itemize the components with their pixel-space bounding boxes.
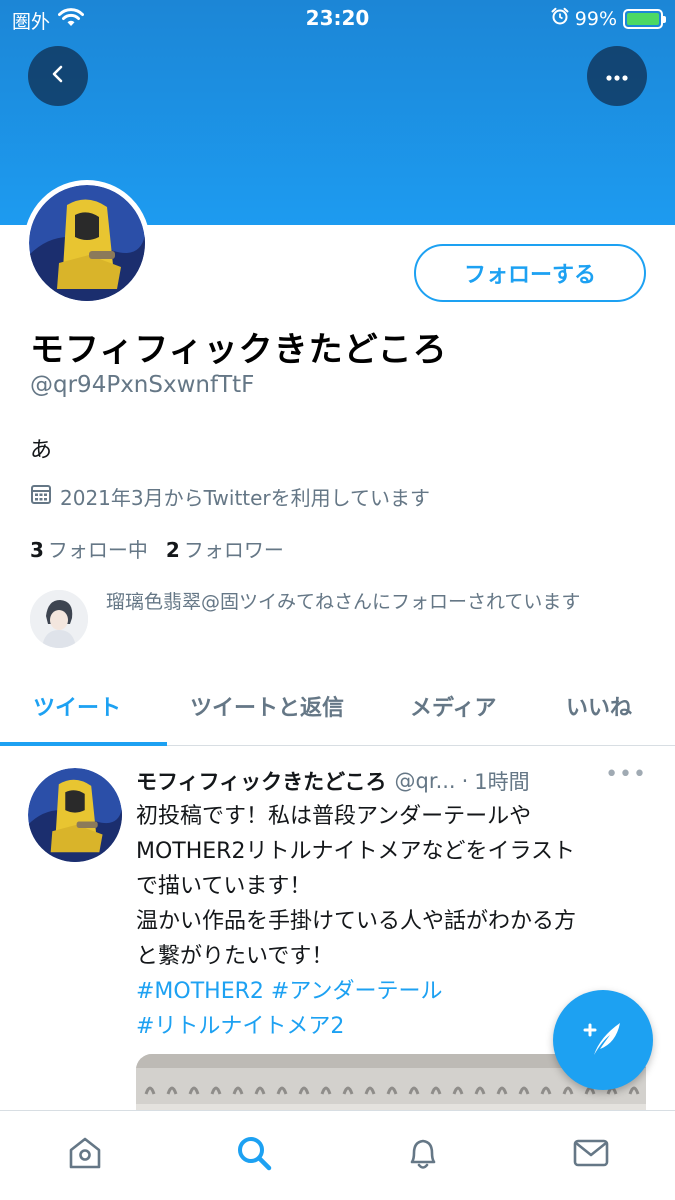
profile-avatar[interactable] <box>24 180 150 306</box>
search-icon <box>234 1133 274 1177</box>
battery-percent: 99% <box>574 7 617 30</box>
battery-icon <box>623 8 666 29</box>
joined-date: 2021年3月からTwitterを利用しています <box>30 482 430 511</box>
avatar-illustration <box>29 185 145 301</box>
nav-search[interactable] <box>232 1133 276 1177</box>
tweet-line: 初投稿です！私は普段アンダーテールや <box>136 804 532 829</box>
alarm-icon <box>551 7 569 30</box>
home-icon <box>65 1133 105 1177</box>
tab-media[interactable]: メディア <box>410 690 496 722</box>
following-label: フォロー中 <box>47 538 148 562</box>
profile-tabs: ツイート ツイートと返信 メディア いいね <box>0 672 675 746</box>
display-name: モフィフィックきたどころ <box>30 330 448 370</box>
more-options-button[interactable] <box>587 46 647 106</box>
tweet-line: MOTHER2リトルナイトメアなどをイラスト <box>136 839 576 864</box>
tab-tweets[interactable]: ツイート <box>33 690 121 722</box>
nav-messages[interactable] <box>569 1133 613 1177</box>
status-bar: 圏外 23:20 99% <box>0 0 675 40</box>
mail-icon <box>571 1133 611 1177</box>
nav-notifications[interactable] <box>401 1133 445 1177</box>
follower-avatar <box>30 590 88 648</box>
bell-icon <box>403 1133 443 1177</box>
tweet-line: と繋がりたいです！ <box>136 944 334 969</box>
bottom-navigation <box>0 1110 675 1200</box>
tweet-separator: · <box>461 769 469 793</box>
tweet-line: で描いています！ <box>136 874 312 899</box>
compose-tweet-button[interactable] <box>553 990 653 1090</box>
back-button[interactable] <box>28 46 88 106</box>
followers-count: 2 <box>165 538 180 562</box>
followed-by-section[interactable]: 瑠璃色翡翠@固ツイみてねさんにフォローされています <box>30 590 650 648</box>
chevron-left-icon <box>47 63 69 89</box>
compose-feather-icon <box>580 1015 626 1065</box>
tweet-author-handle: @qr... <box>394 769 456 793</box>
ellipsis-icon <box>605 67 629 86</box>
followed-by-text: 瑠璃色翡翠@固ツイみてねさんにフォローされています <box>106 591 581 613</box>
nav-home[interactable] <box>63 1133 107 1177</box>
followers-label: フォロワー <box>183 538 284 562</box>
profile-handle: @qr94PxnSxwnfTtF <box>30 372 255 398</box>
following-count: 3 <box>30 538 44 562</box>
follow-counts: 3 フォロー中 2 フォロワー <box>30 534 284 563</box>
following-link[interactable]: 3 フォロー中 <box>30 534 148 563</box>
tweet-more-icon[interactable]: ••• <box>605 762 647 787</box>
followers-link[interactable]: 2 フォロワー <box>166 534 284 563</box>
tab-tweets-and-replies[interactable]: ツイートと返信 <box>190 690 344 722</box>
tweet-line: 温かい作品を手掛けている人や話がわかる方 <box>136 909 577 934</box>
tweet-author-name: モフィフィックきたどころ <box>136 770 387 794</box>
tweet-time: 1時間 <box>474 770 530 794</box>
joined-text: 2021年3月からTwitterを利用しています <box>60 486 431 510</box>
calendar-icon <box>30 483 52 510</box>
tweet-avatar[interactable] <box>28 768 122 862</box>
follow-button[interactable]: フォローする <box>414 244 646 302</box>
tweet-header: モフィフィックきたどころ @qr... · 1時間 ••• <box>136 762 647 796</box>
tab-likes[interactable]: いいね <box>566 690 632 722</box>
profile-bio: あ <box>30 438 53 463</box>
